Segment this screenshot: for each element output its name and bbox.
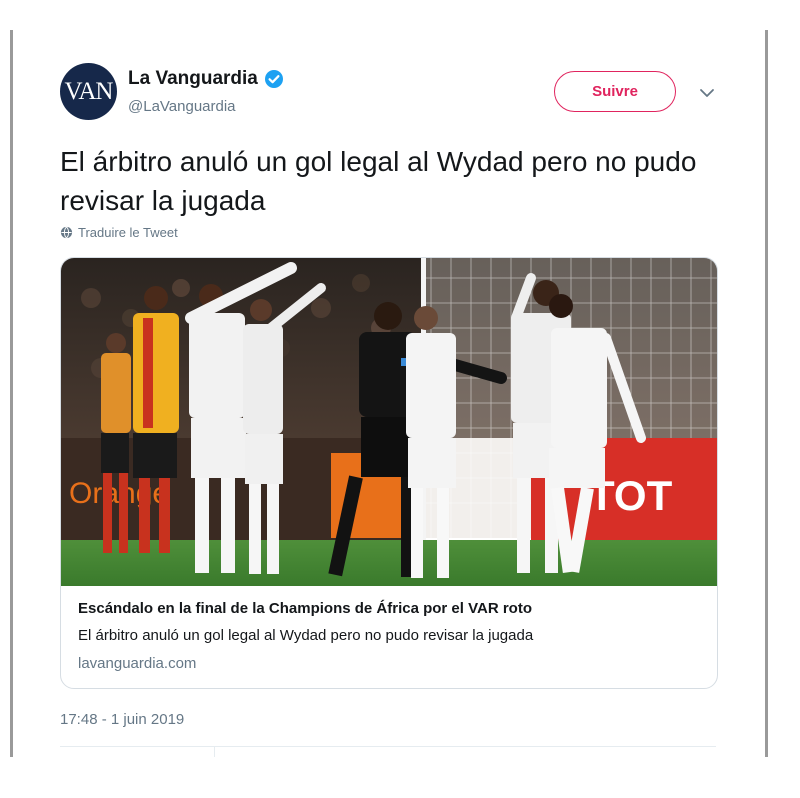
author-name-row: La Vanguardia — [128, 68, 284, 90]
divider-tick — [214, 746, 215, 757]
verified-badge-icon — [264, 70, 283, 88]
display-name[interactable]: La Vanguardia — [128, 68, 258, 90]
link-card[interactable]: Orange TOT — [60, 257, 718, 689]
translate-tweet-link[interactable]: Traduire le Tweet — [60, 225, 178, 240]
card-title[interactable]: Escándalo en la final de la Champions de… — [78, 600, 532, 617]
follow-button[interactable]: Suivre — [554, 71, 676, 112]
tweet: VAN La Vanguardia @LaVanguardia Suivre E… — [13, 30, 765, 757]
translate-label: Traduire le Tweet — [78, 225, 178, 240]
card-photo[interactable]: Orange TOT — [61, 258, 717, 586]
card-description: El árbitro anuló un gol legal al Wydad p… — [78, 627, 534, 644]
divider — [60, 746, 716, 747]
chevron-down-icon[interactable] — [699, 86, 715, 100]
tweet-text: El árbitro anuló un gol legal al Wydad p… — [60, 146, 697, 216]
avatar[interactable]: VAN — [60, 63, 117, 120]
card-domain: lavanguardia.com — [78, 655, 197, 672]
globe-icon — [60, 226, 73, 239]
window-frame-right — [765, 30, 768, 757]
tweet-timestamp[interactable]: 17:48 - 1 juin 2019 — [60, 711, 184, 728]
user-handle[interactable]: @LaVanguardia — [128, 98, 236, 115]
